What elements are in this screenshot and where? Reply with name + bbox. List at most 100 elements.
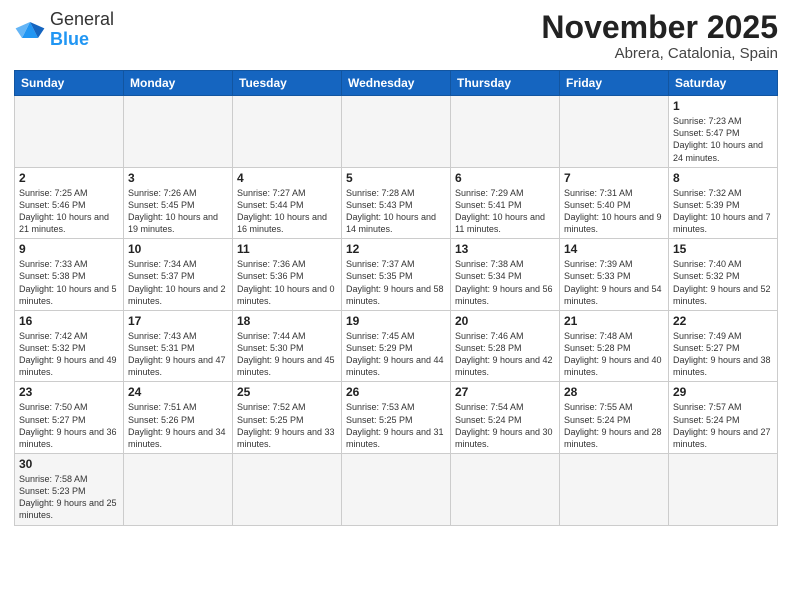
calendar-header-tuesday: Tuesday <box>233 71 342 96</box>
calendar-cell: 21Sunrise: 7:48 AM Sunset: 5:28 PM Dayli… <box>560 310 669 382</box>
day-info: Sunrise: 7:42 AM Sunset: 5:32 PM Dayligh… <box>19 330 119 379</box>
calendar-cell <box>124 96 233 168</box>
calendar-cell: 22Sunrise: 7:49 AM Sunset: 5:27 PM Dayli… <box>669 310 778 382</box>
calendar-header-sunday: Sunday <box>15 71 124 96</box>
day-info: Sunrise: 7:52 AM Sunset: 5:25 PM Dayligh… <box>237 401 337 450</box>
calendar-cell <box>233 454 342 526</box>
calendar-week-5: 23 Sunrise: 7:50 AM Sunset: 5:27 PM Dayli… <box>15 382 778 454</box>
day-info: Sunrise: 7:40 AM Sunset: 5:32 PM Dayligh… <box>673 258 773 307</box>
day-info: Sunrise: 7:45 AM Sunset: 5:29 PM Dayligh… <box>346 330 446 379</box>
day-number: 20 <box>455 314 555 328</box>
day-info: Sunrise: 7:58 AM Sunset: 5:23 PM Dayligh… <box>19 473 119 522</box>
calendar-cell: 3 Sunrise: 7:26 AM Sunset: 5:45 PM Daylig… <box>124 167 233 239</box>
logo: General Blue <box>14 10 114 50</box>
day-number: 5 <box>346 171 446 185</box>
calendar-cell: 17Sunrise: 7:43 AM Sunset: 5:31 PM Dayli… <box>124 310 233 382</box>
calendar: SundayMondayTuesdayWednesdayThursdayFrid… <box>14 70 778 525</box>
day-info: Sunrise: 7:26 AM Sunset: 5:45 PM Dayligh… <box>128 187 228 236</box>
day-number: 13 <box>455 242 555 256</box>
day-number: 12 <box>346 242 446 256</box>
day-info: Sunrise: 7:28 AM Sunset: 5:43 PM Dayligh… <box>346 187 446 236</box>
calendar-cell: 2 Sunrise: 7:25 AM Sunset: 5:46 PM Daylig… <box>15 167 124 239</box>
calendar-cell: 15 Sunrise: 7:40 AM Sunset: 5:32 PM Dayli… <box>669 239 778 311</box>
day-info: Sunrise: 7:57 AM Sunset: 5:24 PM Dayligh… <box>673 401 773 450</box>
day-info: Sunrise: 7:54 AM Sunset: 5:24 PM Dayligh… <box>455 401 555 450</box>
title-area: November 2025 Abrera, Catalonia, Spain <box>541 10 778 62</box>
calendar-cell <box>342 454 451 526</box>
calendar-cell: 26 Sunrise: 7:53 AM Sunset: 5:25 PM Dayli… <box>342 382 451 454</box>
day-info: Sunrise: 7:39 AM Sunset: 5:33 PM Dayligh… <box>564 258 664 307</box>
day-number: 1 <box>673 99 773 113</box>
day-info: Sunrise: 7:43 AM Sunset: 5:31 PM Dayligh… <box>128 330 228 379</box>
calendar-cell: 12 Sunrise: 7:37 AM Sunset: 5:35 PM Dayli… <box>342 239 451 311</box>
day-info: Sunrise: 7:29 AM Sunset: 5:41 PM Dayligh… <box>455 187 555 236</box>
calendar-cell: 28 Sunrise: 7:55 AM Sunset: 5:24 PM Dayli… <box>560 382 669 454</box>
logo-text: General Blue <box>50 10 114 50</box>
day-number: 25 <box>237 385 337 399</box>
day-number: 24 <box>128 385 228 399</box>
day-number: 22 <box>673 314 773 328</box>
day-number: 28 <box>564 385 664 399</box>
calendar-cell <box>15 96 124 168</box>
day-info: Sunrise: 7:53 AM Sunset: 5:25 PM Dayligh… <box>346 401 446 450</box>
day-info: Sunrise: 7:36 AM Sunset: 5:36 PM Dayligh… <box>237 258 337 307</box>
calendar-cell <box>560 454 669 526</box>
month-title: November 2025 <box>541 10 778 45</box>
day-number: 21 <box>564 314 664 328</box>
calendar-week-1: 1 Sunrise: 7:23 AM Sunset: 5:47 PM Daylig… <box>15 96 778 168</box>
day-number: 8 <box>673 171 773 185</box>
calendar-cell: 27 Sunrise: 7:54 AM Sunset: 5:24 PM Dayli… <box>451 382 560 454</box>
day-info: Sunrise: 7:27 AM Sunset: 5:44 PM Dayligh… <box>237 187 337 236</box>
day-info: Sunrise: 7:31 AM Sunset: 5:40 PM Dayligh… <box>564 187 664 236</box>
calendar-week-4: 16Sunrise: 7:42 AM Sunset: 5:32 PM Dayli… <box>15 310 778 382</box>
logo-general: General <box>50 9 114 29</box>
calendar-cell: 1 Sunrise: 7:23 AM Sunset: 5:47 PM Daylig… <box>669 96 778 168</box>
calendar-cell: 24 Sunrise: 7:51 AM Sunset: 5:26 PM Dayli… <box>124 382 233 454</box>
calendar-header-saturday: Saturday <box>669 71 778 96</box>
day-number: 15 <box>673 242 773 256</box>
day-number: 10 <box>128 242 228 256</box>
day-info: Sunrise: 7:25 AM Sunset: 5:46 PM Dayligh… <box>19 187 119 236</box>
day-number: 26 <box>346 385 446 399</box>
day-info: Sunrise: 7:33 AM Sunset: 5:38 PM Dayligh… <box>19 258 119 307</box>
calendar-cell: 20 Sunrise: 7:46 AM Sunset: 5:28 PM Dayli… <box>451 310 560 382</box>
calendar-cell: 25 Sunrise: 7:52 AM Sunset: 5:25 PM Dayli… <box>233 382 342 454</box>
calendar-cell: 10 Sunrise: 7:34 AM Sunset: 5:37 PM Dayli… <box>124 239 233 311</box>
day-number: 18 <box>237 314 337 328</box>
logo-blue: Blue <box>50 29 89 49</box>
calendar-header-thursday: Thursday <box>451 71 560 96</box>
calendar-cell <box>233 96 342 168</box>
day-info: Sunrise: 7:34 AM Sunset: 5:37 PM Dayligh… <box>128 258 228 307</box>
calendar-cell <box>560 96 669 168</box>
calendar-cell: 14 Sunrise: 7:39 AM Sunset: 5:33 PM Dayli… <box>560 239 669 311</box>
calendar-cell: 4Sunrise: 7:27 AM Sunset: 5:44 PM Daylig… <box>233 167 342 239</box>
calendar-cell <box>342 96 451 168</box>
day-number: 27 <box>455 385 555 399</box>
day-info: Sunrise: 7:50 AM Sunset: 5:27 PM Dayligh… <box>19 401 119 450</box>
calendar-cell: 23 Sunrise: 7:50 AM Sunset: 5:27 PM Dayli… <box>15 382 124 454</box>
day-number: 11 <box>237 242 337 256</box>
day-number: 3 <box>128 171 228 185</box>
calendar-cell <box>451 96 560 168</box>
calendar-cell: 30Sunrise: 7:58 AM Sunset: 5:23 PM Dayli… <box>15 454 124 526</box>
day-info: Sunrise: 7:38 AM Sunset: 5:34 PM Dayligh… <box>455 258 555 307</box>
day-info: Sunrise: 7:46 AM Sunset: 5:28 PM Dayligh… <box>455 330 555 379</box>
calendar-header-monday: Monday <box>124 71 233 96</box>
day-info: Sunrise: 7:51 AM Sunset: 5:26 PM Dayligh… <box>128 401 228 450</box>
day-number: 9 <box>19 242 119 256</box>
day-number: 14 <box>564 242 664 256</box>
calendar-header-row: SundayMondayTuesdayWednesdayThursdayFrid… <box>15 71 778 96</box>
calendar-header-friday: Friday <box>560 71 669 96</box>
calendar-cell: 19Sunrise: 7:45 AM Sunset: 5:29 PM Dayli… <box>342 310 451 382</box>
day-info: Sunrise: 7:23 AM Sunset: 5:47 PM Dayligh… <box>673 115 773 164</box>
day-number: 7 <box>564 171 664 185</box>
calendar-week-6: 30Sunrise: 7:58 AM Sunset: 5:23 PM Dayli… <box>15 454 778 526</box>
day-number: 29 <box>673 385 773 399</box>
day-info: Sunrise: 7:37 AM Sunset: 5:35 PM Dayligh… <box>346 258 446 307</box>
calendar-week-2: 2 Sunrise: 7:25 AM Sunset: 5:46 PM Daylig… <box>15 167 778 239</box>
day-info: Sunrise: 7:55 AM Sunset: 5:24 PM Dayligh… <box>564 401 664 450</box>
calendar-cell: 16Sunrise: 7:42 AM Sunset: 5:32 PM Dayli… <box>15 310 124 382</box>
day-number: 23 <box>19 385 119 399</box>
calendar-cell: 7 Sunrise: 7:31 AM Sunset: 5:40 PM Daylig… <box>560 167 669 239</box>
day-number: 2 <box>19 171 119 185</box>
